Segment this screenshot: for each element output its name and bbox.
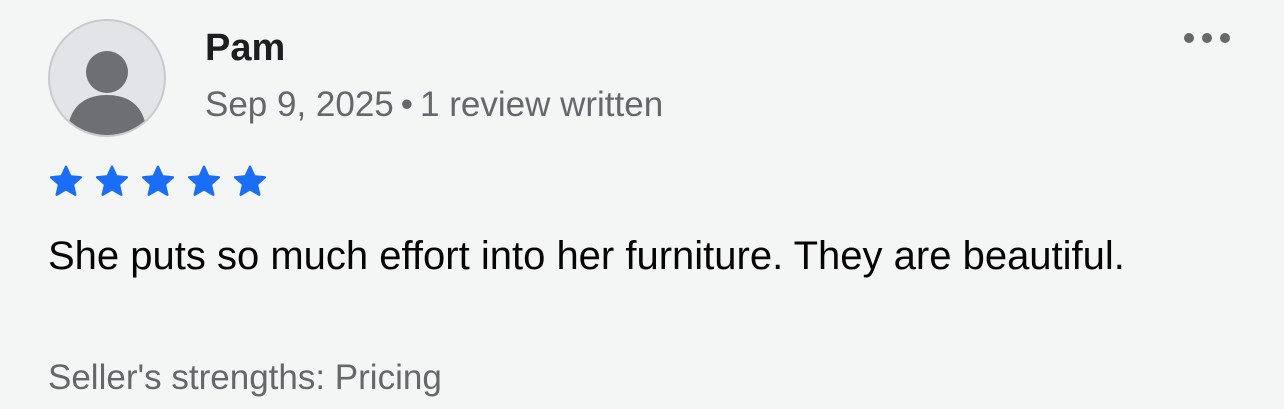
reviewer-name[interactable]: Pam — [205, 26, 285, 70]
review-date: Sep 9, 2025 — [205, 85, 394, 124]
seller-strengths: Seller's strengths: Pricing — [48, 358, 442, 397]
star-rating — [48, 164, 268, 200]
review-text: She puts so much effort into her furnitu… — [48, 234, 1125, 278]
star-icon — [187, 165, 221, 196]
review-count: 1 review written — [420, 85, 664, 124]
review-meta: Sep 9, 2025 • 1 review written — [205, 84, 663, 126]
star-icon — [95, 165, 129, 196]
review-card: Pam Sep 9, 2025 • 1 review written She put… — [0, 0, 1284, 409]
star-icon — [49, 165, 83, 196]
more-options-button[interactable] — [1182, 28, 1232, 48]
star-icon — [233, 165, 267, 196]
more-horizontal-icon — [1184, 33, 1230, 43]
star-icon — [141, 165, 175, 196]
avatar[interactable] — [48, 19, 166, 137]
meta-separator: • — [400, 85, 414, 124]
person-icon — [67, 51, 147, 135]
